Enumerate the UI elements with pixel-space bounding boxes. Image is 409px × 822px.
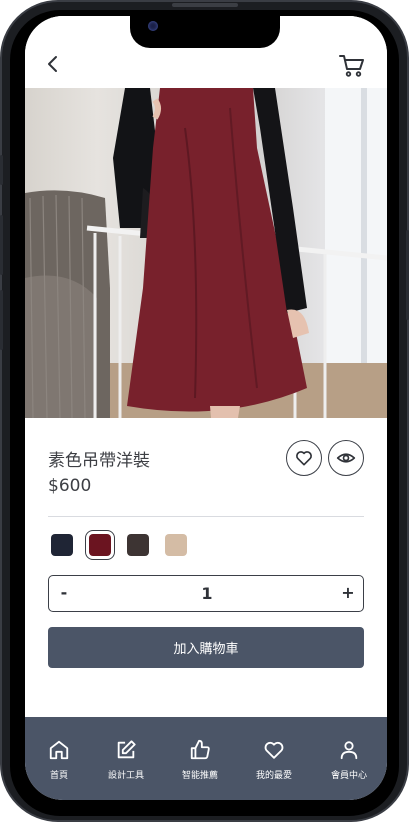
cart-icon	[339, 55, 364, 77]
front-camera	[148, 21, 158, 31]
favorite-button[interactable]	[286, 440, 322, 476]
nav-label-design-tools: 設計工具	[107, 771, 144, 781]
side-button-left-1	[0, 155, 3, 185]
speaker-grille	[172, 3, 238, 7]
nav-label-member-center: 會員中心	[330, 771, 367, 781]
nav-label-recommendations: 智能推薦	[181, 771, 218, 781]
product-image	[25, 88, 387, 418]
nav-label-favorites: 我的最愛	[255, 771, 292, 781]
edit-icon	[117, 740, 136, 759]
screen: 素色吊帶洋裝 $600 - 1 + 加入購物車 首頁 設計工具 智能推薦 我的最…	[25, 16, 387, 800]
quantity-increase-button[interactable]: +	[341, 583, 355, 602]
bottom-nav: 首頁 設計工具 智能推薦 我的最愛 會員中心	[25, 717, 387, 800]
side-button-left-3	[0, 290, 3, 350]
chevron-left-icon	[48, 56, 57, 72]
product-photo-illustration	[25, 88, 387, 418]
nav-label-home: 首頁	[49, 771, 68, 781]
color-swatch-navy[interactable]	[51, 534, 73, 556]
add-to-cart-button[interactable]: 加入購物車	[48, 627, 364, 668]
back-button[interactable]	[41, 52, 65, 76]
view-button[interactable]	[328, 440, 364, 476]
home-icon	[49, 740, 69, 760]
nav-item-member-center[interactable]: 會員中心	[313, 739, 385, 789]
heart-icon	[264, 741, 284, 759]
quantity-value: 1	[201, 584, 213, 603]
heart-icon	[296, 451, 312, 466]
color-swatch-beige[interactable]	[165, 534, 187, 556]
notch	[130, 15, 280, 48]
user-icon	[340, 741, 358, 760]
thumbs-up-icon	[190, 739, 210, 760]
product-name: 素色吊帶洋裝	[48, 451, 150, 471]
eye-icon	[336, 453, 356, 463]
nav-item-design-tools[interactable]: 設計工具	[90, 739, 162, 789]
color-swatch-dark-brown[interactable]	[127, 534, 149, 556]
nav-item-recommendations[interactable]: 智能推薦	[164, 739, 236, 789]
quantity-stepper: - 1 +	[48, 575, 364, 612]
divider	[48, 516, 364, 517]
nav-item-favorites[interactable]: 我的最愛	[238, 739, 310, 789]
color-swatch-burgundy[interactable]	[85, 530, 115, 560]
nav-item-home[interactable]: 首頁	[25, 739, 95, 789]
quantity-decrease-button[interactable]: -	[57, 583, 71, 602]
cart-button[interactable]	[339, 54, 365, 78]
product-price: $600	[48, 476, 92, 496]
side-button-left-2	[0, 215, 3, 275]
